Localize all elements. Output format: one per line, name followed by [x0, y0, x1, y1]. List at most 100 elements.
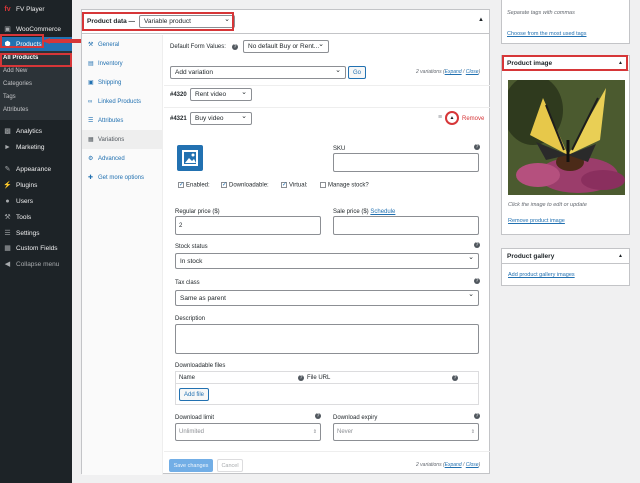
collapse-arrow-icon[interactable]: ▲	[618, 253, 623, 259]
sale-price-text: Sale price ($)	[333, 209, 369, 215]
save-changes-button[interactable]: Save changes	[169, 459, 213, 472]
enabled-label: Enabled:	[186, 182, 210, 189]
toggle-circle-highlight[interactable]: ▲	[445, 111, 459, 125]
description-textarea[interactable]	[175, 324, 479, 354]
tab-variations[interactable]: ▦ Variations	[82, 130, 162, 149]
spinner-icon: ⇕	[470, 429, 475, 435]
add-variation-value: Add variation	[175, 69, 213, 76]
product-gallery-header: Product gallery ▲	[502, 249, 629, 264]
downloadable-label: Downloadable:	[229, 182, 269, 189]
default-form-select[interactable]: No default Buy or Rent...	[243, 40, 329, 53]
tab-get-more-options[interactable]: ✚ Get more options	[82, 168, 162, 187]
product-image-box: Product image ▲ Click the image to edit o…	[501, 55, 630, 235]
drag-handle-icon[interactable]: ≡	[438, 114, 442, 121]
spinner-icon: ⇕	[312, 429, 317, 435]
choose-tags-link[interactable]: Choose from the most used tags	[507, 31, 586, 37]
help-icon: ?	[315, 413, 321, 419]
menu-label: Appearance	[16, 165, 52, 173]
tab-advanced[interactable]: ⚙ Advanced	[82, 149, 162, 168]
help-icon: ?	[452, 375, 458, 381]
menu-tools[interactable]: ⚒ Tools	[0, 210, 72, 224]
help-icon: ?	[474, 413, 480, 419]
menu-label: Plugins	[16, 181, 38, 189]
tax-class-value: Same as parent	[180, 294, 226, 302]
regular-price-label: Regular price ($)	[175, 209, 220, 215]
tab-linked-products[interactable]: ∞ Linked Products	[82, 92, 162, 111]
brush-icon: ✎	[4, 166, 11, 173]
tab-label: General	[98, 41, 120, 48]
checkbox-icon	[320, 182, 326, 188]
close-link[interactable]: Close	[466, 69, 479, 75]
add-gallery-images-link[interactable]: Add product gallery images	[508, 272, 575, 278]
sku-input[interactable]	[333, 153, 479, 172]
variations-count-footer: 2 variations (Expand / Close)	[416, 462, 481, 468]
tax-class-select[interactable]: Same as parent	[175, 290, 479, 306]
submenu-attributes[interactable]: Attributes	[0, 104, 72, 117]
submenu-categories[interactable]: Categories	[0, 78, 72, 91]
download-limit-placeholder: Unlimited	[179, 429, 205, 435]
tax-class-label: Tax class	[175, 280, 200, 286]
collapse-menu[interactable]: ◀ Collapse menu	[0, 257, 72, 271]
downloadable-checkbox[interactable]: Downloadable:	[221, 181, 269, 189]
cancel-button[interactable]: Cancel	[217, 459, 243, 472]
collapse-arrow-icon[interactable]: ▲	[478, 17, 484, 23]
submenu-tags[interactable]: Tags	[0, 91, 72, 104]
download-expiry-input[interactable]: Never ⇕	[333, 423, 479, 441]
product-image-hint: Click the image to edit or update	[508, 202, 587, 208]
tab-label: Advanced	[98, 155, 125, 162]
add-variation-select[interactable]: Add variation	[170, 66, 346, 79]
close-link[interactable]: Close	[466, 462, 479, 468]
virtual-checkbox[interactable]: Virtual:	[281, 181, 308, 189]
regular-price-input[interactable]: 2	[175, 216, 321, 235]
variation-2-select[interactable]: Buy video	[190, 112, 252, 125]
woocommerce-icon: ▣	[4, 26, 11, 33]
tab-label: Shipping	[98, 79, 122, 86]
column-name: Name	[179, 375, 196, 381]
menu-marketing[interactable]: ► Marketing	[0, 140, 72, 154]
default-form-values-label: Default Form Values:	[170, 44, 226, 50]
add-file-button[interactable]: Add file	[179, 388, 209, 401]
description-label: Description	[175, 316, 206, 322]
tab-general[interactable]: ⚒ General	[82, 35, 162, 54]
grid-icon: ▦	[88, 137, 94, 143]
manage-stock-checkbox[interactable]: Manage stock?	[320, 182, 369, 189]
menu-appearance[interactable]: ✎ Appearance	[0, 162, 72, 176]
sale-price-input[interactable]	[333, 216, 479, 235]
go-button[interactable]: Go	[348, 66, 366, 79]
menu-settings[interactable]: ☰ Settings	[0, 226, 72, 240]
menu-plugins[interactable]: ⚡ Plugins	[0, 178, 72, 192]
download-limit-input[interactable]: Unlimited ⇕	[175, 423, 321, 441]
remove-product-image-link[interactable]: Remove product image	[508, 218, 565, 224]
tab-attributes[interactable]: ☰ Attributes	[82, 111, 162, 130]
menu-label: Settings	[16, 229, 40, 237]
enabled-checkbox[interactable]: Enabled:	[178, 181, 210, 189]
product-image-highlight-box	[502, 55, 628, 71]
grid-icon: ▦	[4, 245, 11, 252]
menu-analytics[interactable]: ▩ Analytics	[0, 124, 72, 138]
stock-status-value: In stock	[180, 257, 203, 265]
menu-custom-fields[interactable]: ▦ Custom Fields	[0, 241, 72, 255]
butterfly-photo	[508, 80, 625, 195]
variation-1-select[interactable]: Rent video	[190, 88, 252, 101]
expand-link[interactable]: Expand	[445, 69, 462, 75]
tab-inventory[interactable]: ▤ Inventory	[82, 54, 162, 73]
truck-icon: ▣	[88, 80, 94, 86]
help-icon: ?	[474, 278, 480, 284]
sliders-icon: ☰	[4, 230, 11, 237]
product-image[interactable]	[508, 80, 625, 195]
virtual-label: Virtual:	[289, 182, 308, 189]
sale-price-label: Sale price ($) Schedule	[333, 209, 395, 215]
download-limit-label: Download limit	[175, 415, 215, 421]
schedule-link[interactable]: Schedule	[370, 209, 395, 215]
variation-image-button[interactable]	[177, 145, 203, 171]
menu-fv-player[interactable]: fv FV Player	[0, 2, 72, 16]
expand-link[interactable]: Expand	[445, 462, 462, 468]
menu-users[interactable]: ● Users	[0, 194, 72, 208]
stock-status-select[interactable]: In stock	[175, 253, 479, 269]
remove-variation-link[interactable]: Remove	[462, 116, 484, 122]
tab-shipping[interactable]: ▣ Shipping	[82, 73, 162, 92]
manage-stock-label: Manage stock?	[328, 182, 369, 189]
variation-1-id: #4320	[170, 92, 187, 98]
clipboard-icon: ▤	[88, 61, 94, 67]
variation-2-id: #4321	[170, 116, 187, 122]
